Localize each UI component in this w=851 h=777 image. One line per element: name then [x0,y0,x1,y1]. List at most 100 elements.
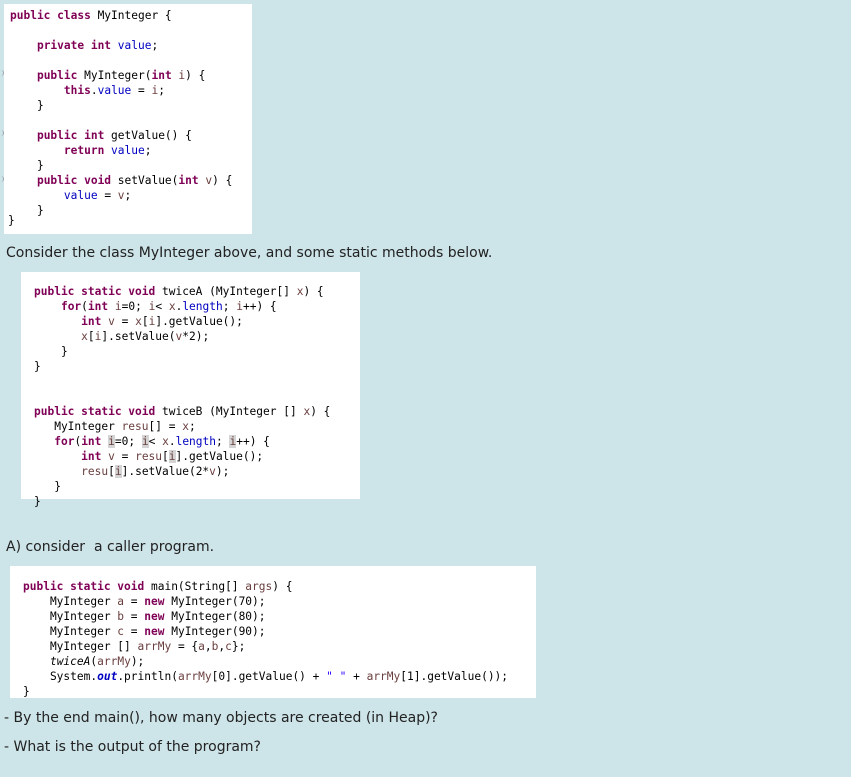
code-token: " " [326,670,347,683]
code-line: } [10,98,252,113]
code-line: MyInteger resu[] = x; [34,419,360,434]
code-token: ); [215,465,230,478]
code-line: MyInteger a = new MyInteger(70); [23,594,536,609]
code-token: MyInteger [34,420,122,433]
code-token: . [90,84,98,97]
code-token: main(String[] [150,580,246,593]
code-token: resu [135,450,163,463]
code-token: [0].getValue() + [211,670,327,683]
code-token: new [144,595,172,608]
code-token: ; [144,144,152,157]
code-token: } [10,204,44,217]
code-token: i [168,450,176,463]
code-token: = { [171,640,199,653]
code-token: ; [124,189,132,202]
code-token: =0; [114,435,142,448]
code-token: =0; [121,300,149,313]
code-line: public static void twiceA (MyInteger[] x… [34,284,360,299]
code-token: new [144,610,172,623]
code-token: c [225,640,232,653]
code-token: i [108,435,115,448]
code-token: MyInteger [] [23,640,138,653]
code-token: arrMy [366,670,401,683]
code-token: for [54,435,75,448]
code-token: ].setValue( [101,330,176,343]
code-token: = [114,450,136,463]
code-token: MyInteger(80); [171,610,266,623]
code-token: public int [36,129,112,142]
code-token: x [182,420,189,433]
code-line: public MyInteger(int i) { [10,68,252,83]
code-token: a [198,640,205,653]
code-token: public static void [34,285,162,298]
code-token: int [81,315,109,328]
code-token: }; [231,640,246,653]
code-token: v [117,189,125,202]
code-token: x [168,300,176,313]
code-line: MyInteger [] arrMy = {a,b,c}; [23,639,536,654]
code-token: System. [23,670,98,683]
code-line: resu[i].setValue(2*v); [34,464,360,479]
code-token: for [60,300,82,313]
code-line: value = v; [10,188,252,203]
code-line: System.out.println(arrMy[0].getValue() +… [23,669,536,684]
code-token: } [23,685,30,698]
code-token: [ [87,330,95,343]
code-token: x [162,435,169,448]
code-token: private int [36,39,118,52]
code-token: public static void [23,580,151,593]
code-line: twiceA(arrMy); [23,654,536,669]
code-token: [1].getValue()); [400,670,509,683]
code-token: new [144,625,172,638]
code-line: } [10,203,252,218]
code-token: ( [81,300,88,313]
code-token: value [117,39,152,52]
code-token: x [81,330,88,343]
code-token: arrMy [97,655,131,668]
code-line: public int getValue() { [10,128,252,143]
code-token: int [81,450,109,463]
code-token: } [34,495,41,508]
code-token: int [87,300,115,313]
code-token: resu [81,465,109,478]
code-line: } [23,684,536,699]
code-token: } [34,345,68,358]
code-token: args [245,580,273,593]
code-token: value [63,189,98,202]
code-token: MyInteger { [97,9,172,22]
code-token: *2); [182,330,210,343]
code-token: < [148,435,163,448]
code-token: ; [188,420,196,433]
code-token: ) { [310,405,331,418]
code-line: public static void twiceB (MyInteger [] … [34,404,360,419]
code-token: ].setValue(2* [121,465,210,478]
code-token: } [10,99,44,112]
code-token: return [63,144,112,157]
code-token: ++) { [242,300,277,313]
code-line: this.value = i; [10,83,252,98]
code-token: arrMy [177,670,212,683]
code-line: MyInteger c = new MyInteger(90); [23,624,536,639]
code-token: setValue( [117,174,179,187]
code-token: int [178,174,206,187]
code-token: = [124,595,145,608]
code-line: int v = resu[i].getValue(); [34,449,360,464]
code-token: MyInteger(90); [171,625,266,638]
code-token: twiceB (MyInteger [] [161,405,304,418]
code-token: [ [141,315,149,328]
code-token: < [155,300,169,313]
code-token: } [34,480,61,493]
code-token: this [63,84,91,97]
code-token: int [151,69,179,82]
code-token: ; [216,435,230,448]
code-token: out [97,670,118,683]
